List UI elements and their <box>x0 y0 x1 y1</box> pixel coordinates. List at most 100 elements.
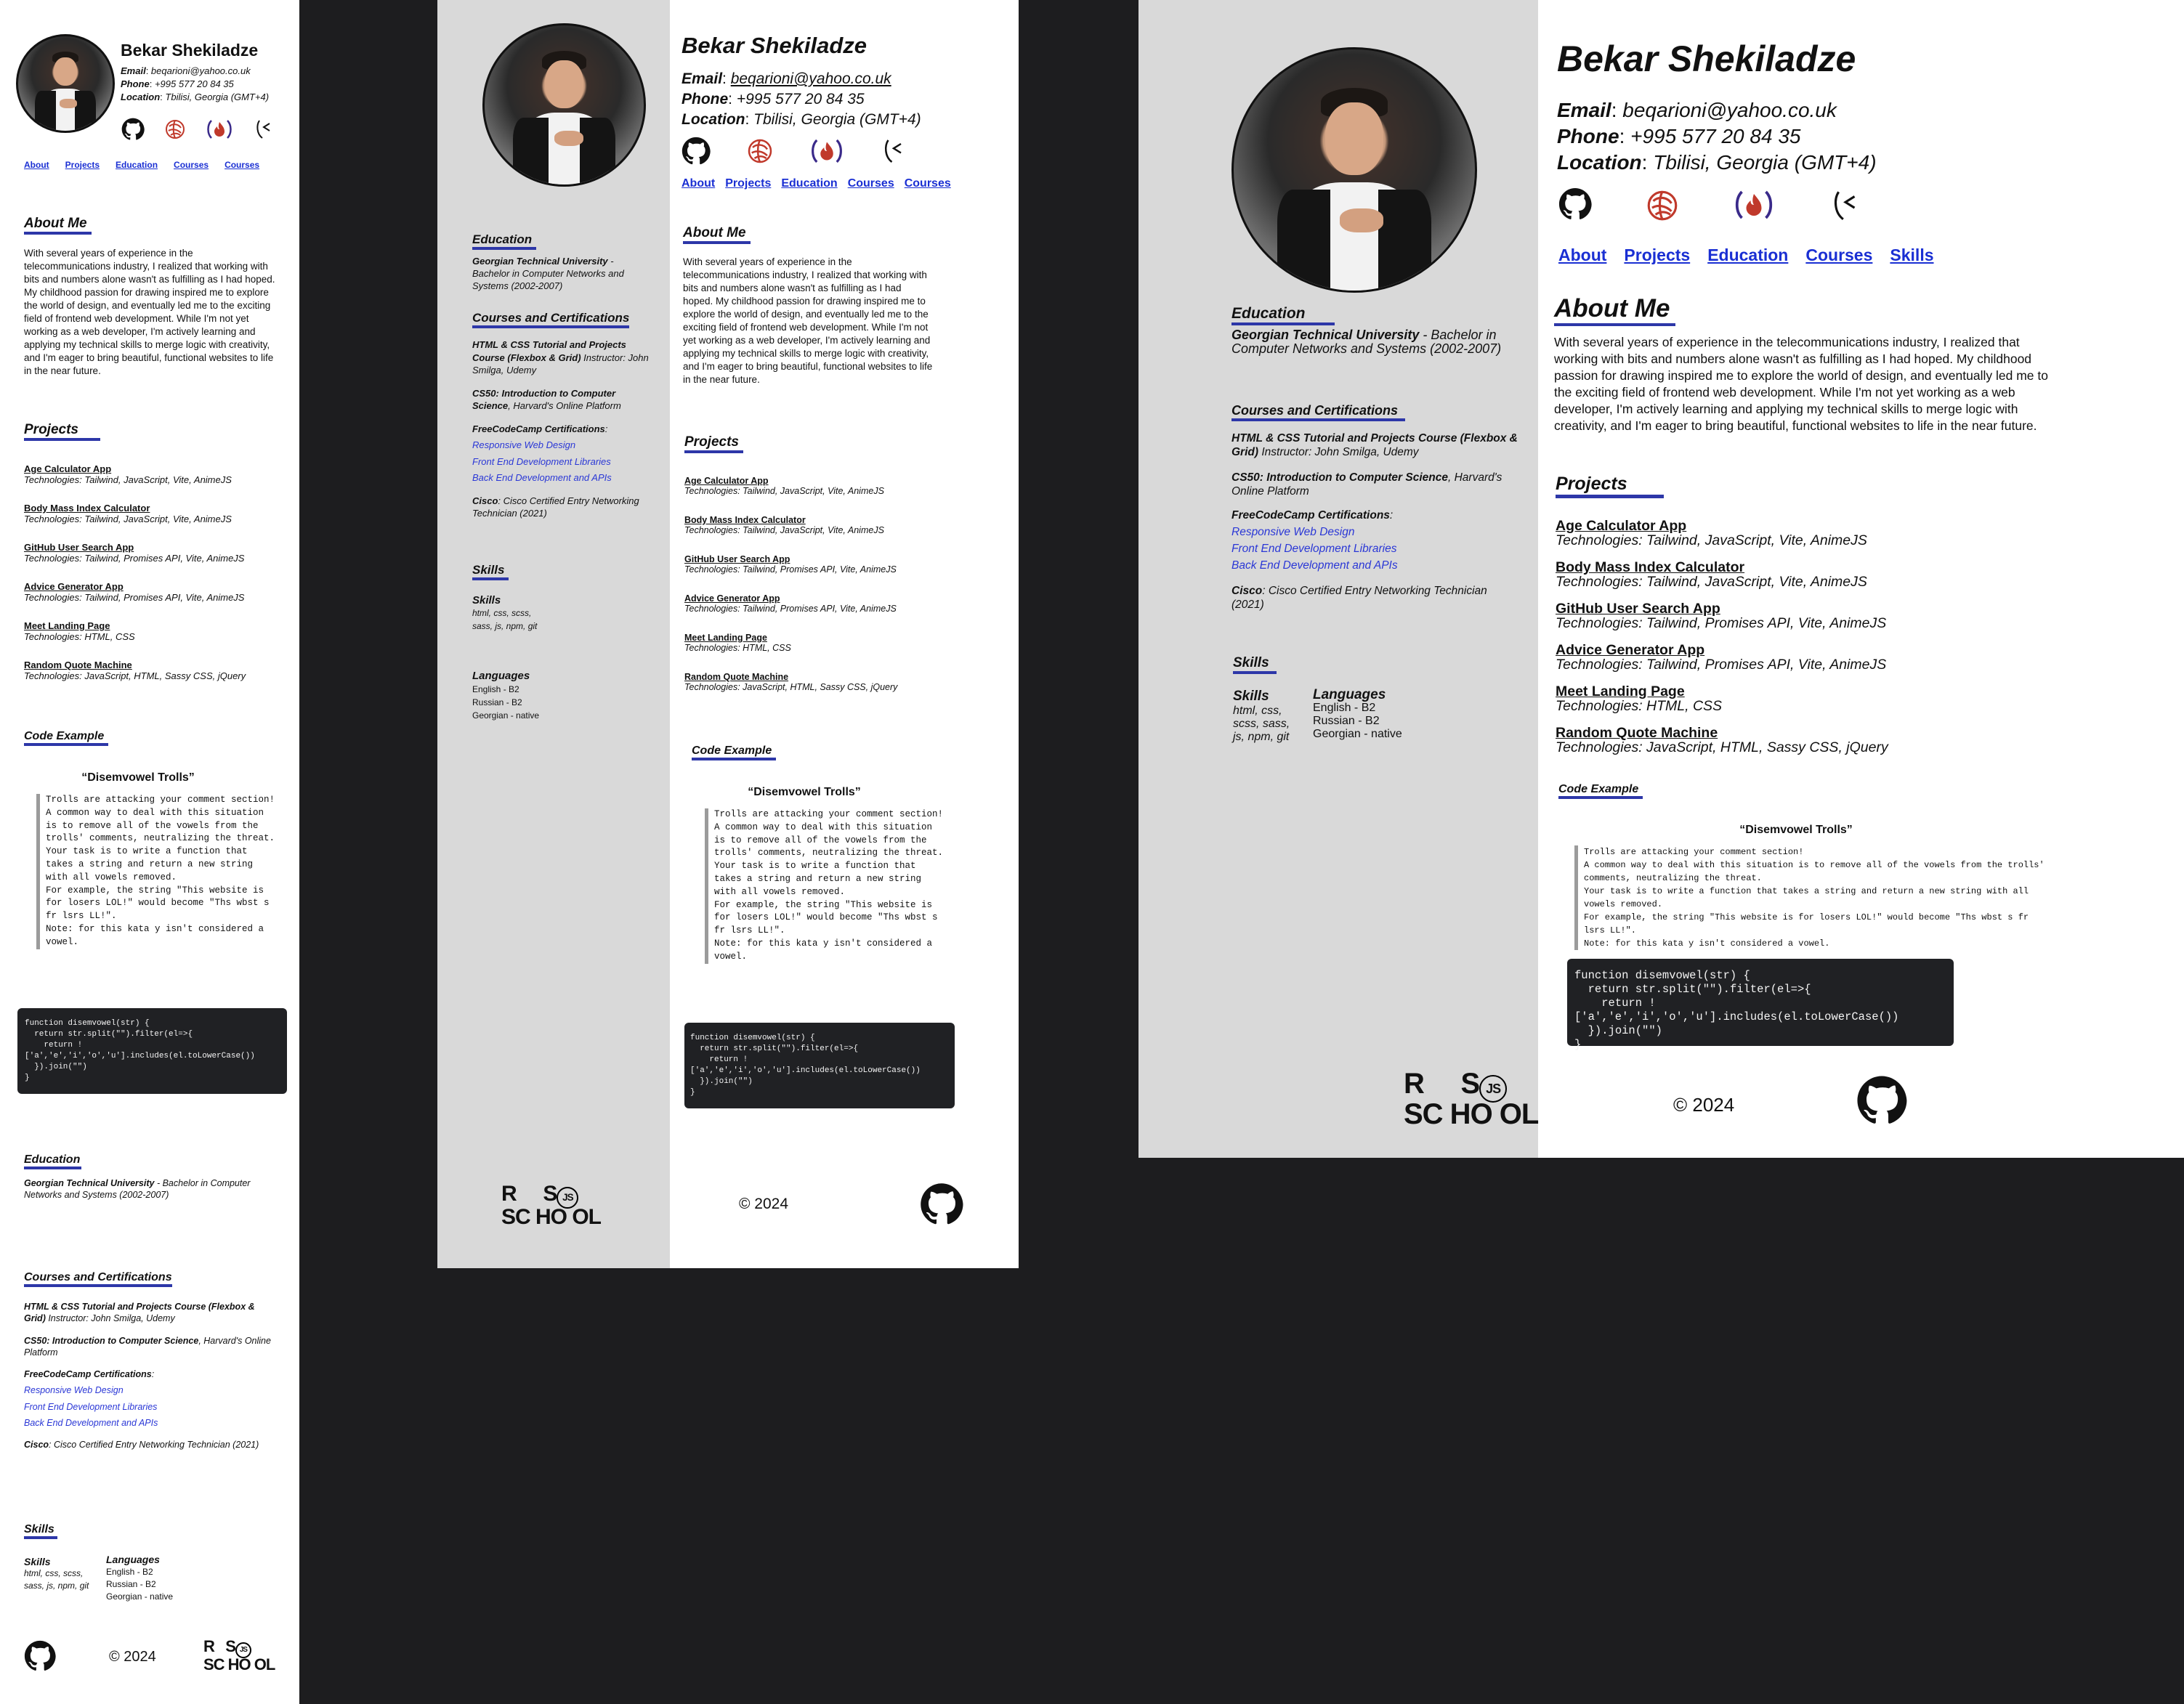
course-title: CS50: Introduction to Computer Science <box>1231 471 1448 484</box>
project-item: Age Calculator App Technologies: Tailwind… <box>684 476 975 515</box>
nav-courses-2[interactable]: Courses <box>225 160 259 170</box>
project-item: Body Mass Index Calculator Technologies: … <box>24 503 293 542</box>
freecodecamp-swirl-icon[interactable] <box>745 137 774 166</box>
project-tech: Technologies: JavaScript, HTML, Sassy CS… <box>24 670 246 681</box>
nav-education[interactable]: Education <box>781 177 837 190</box>
project-tech: Technologies: Tailwind, Promises API, Vi… <box>1556 657 1887 673</box>
github-icon[interactable] <box>121 118 145 141</box>
project-title[interactable]: Age Calculator App <box>24 463 293 474</box>
courses-list: HTML & CSS Tutorial and Projects Course … <box>472 338 654 520</box>
skills-column: Skills html, css, scss, sass, js, npm, g… <box>24 1556 100 1592</box>
cert-link[interactable]: Back End Development and APIs <box>472 471 654 484</box>
cert-link[interactable]: Responsive Web Design <box>24 1384 278 1396</box>
avatar <box>482 23 646 187</box>
nav-projects[interactable]: Projects <box>725 177 771 190</box>
nav-projects[interactable]: Projects <box>1624 246 1690 265</box>
email-link[interactable]: beqarioni@yahoo.co.uk <box>731 70 891 87</box>
language-item: Russian - B2 <box>472 697 522 707</box>
cert-link[interactable]: Back End Development and APIs <box>24 1417 278 1429</box>
project-title[interactable]: GitHub User Search App <box>1556 601 2064 616</box>
codewars-icon[interactable] <box>1827 187 1864 224</box>
course-item: CS50: Introduction to Computer Science, … <box>24 1335 278 1359</box>
course-title: CS50: Introduction to Computer Science <box>24 1335 199 1346</box>
cert-link[interactable]: Front End Development Libraries <box>472 455 654 468</box>
nav-courses[interactable]: Courses <box>1805 246 1872 265</box>
footer-github-icon[interactable] <box>24 1640 56 1672</box>
about-heading: About Me <box>24 216 92 235</box>
project-title[interactable]: GitHub User Search App <box>24 542 293 553</box>
projects-heading: Projects <box>24 422 100 441</box>
project-title[interactable]: Random Quote Machine <box>1556 726 2064 740</box>
education-heading: Education <box>1231 305 1335 325</box>
footer-github-icon[interactable] <box>920 1182 963 1226</box>
skills-label: Skills <box>1233 689 1269 704</box>
language-item: Georgian - native <box>106 1591 174 1602</box>
contact-info: Email: beqarioni@yahoo.co.uk Phone: +995… <box>682 70 921 128</box>
project-title[interactable]: GitHub User Search App <box>684 554 975 564</box>
nav-education[interactable]: Education <box>116 160 158 170</box>
project-title[interactable]: Age Calculator App <box>684 476 975 486</box>
project-title[interactable]: Meet Landing Page <box>24 620 293 631</box>
copyright: © 2024 <box>109 1649 156 1665</box>
cert-link[interactable]: Back End Development and APIs <box>1231 559 1522 572</box>
cert-link[interactable]: Front End Development Libraries <box>24 1401 278 1413</box>
skills-heading: Skills <box>1233 655 1277 674</box>
github-icon[interactable] <box>682 137 711 166</box>
nav-about[interactable]: About <box>682 177 715 190</box>
freecodecamp-flame-icon[interactable] <box>206 118 233 141</box>
cisco-detail: : Cisco Certified Entry Networking Techn… <box>49 1440 259 1450</box>
freecodecamp-flame-icon[interactable] <box>809 137 844 166</box>
codewars-icon[interactable] <box>879 137 908 166</box>
course-detail: Instructor: John Smilga, Udemy <box>45 1313 175 1324</box>
skills-heading: Skills <box>472 563 509 580</box>
freecodecamp-swirl-icon[interactable] <box>1644 187 1681 224</box>
project-title[interactable]: Advice Generator App <box>1556 643 2064 657</box>
nav-courses-2[interactable]: Courses <box>905 177 951 190</box>
project-title[interactable]: Advice Generator App <box>684 593 975 604</box>
project-title[interactable]: Random Quote Machine <box>684 672 975 682</box>
cert-link[interactable]: Responsive Web Design <box>1231 525 1522 539</box>
rs-school-logo[interactable]: R S JS SC HO OL <box>1404 1069 1539 1129</box>
email-link[interactable]: beqarioni@yahoo.co.uk <box>1622 99 1837 121</box>
profile-name: Bekar Shekiladze <box>682 33 867 58</box>
project-title[interactable]: Meet Landing Page <box>684 633 975 643</box>
nav-courses[interactable]: Courses <box>848 177 894 190</box>
freecodecamp-swirl-icon[interactable] <box>163 118 187 141</box>
project-title[interactable]: Meet Landing Page <box>1556 684 2064 699</box>
project-title[interactable]: Body Mass Index Calculator <box>684 515 975 525</box>
projects-heading: Projects <box>1556 474 1664 498</box>
project-item: Body Mass Index Calculator Technologies: … <box>684 515 975 554</box>
footer-github-icon[interactable] <box>1856 1075 1907 1126</box>
nav-projects[interactable]: Projects <box>65 160 100 170</box>
avatar <box>16 34 115 133</box>
nav-about[interactable]: About <box>24 160 49 170</box>
cert-link[interactable]: Responsive Web Design <box>472 439 654 452</box>
main-nav: About Projects Education Courses Courses <box>682 177 951 190</box>
github-icon[interactable] <box>1558 187 1592 221</box>
email-link[interactable]: beqarioni@yahoo.co.uk <box>151 65 251 76</box>
project-tech: Technologies: Tailwind, JavaScript, Vite… <box>684 486 884 496</box>
project-tech: Technologies: JavaScript, HTML, Sassy CS… <box>684 682 898 692</box>
contact-info: Email: beqarioni@yahoo.co.uk Phone: +995… <box>121 65 270 102</box>
mobile-preview-panel: Bekar Shekiladze Email: beqarioni@yahoo.… <box>0 0 299 1704</box>
nav-skills[interactable]: Skills <box>1890 246 1933 265</box>
nav-courses[interactable]: Courses <box>174 160 209 170</box>
project-title[interactable]: Body Mass Index Calculator <box>1556 560 2064 575</box>
rs-school-logo[interactable]: R S JS SC HO OL <box>203 1638 275 1672</box>
language-item: Russian - B2 <box>1313 715 1380 727</box>
project-item: Age Calculator App Technologies: Tailwind… <box>24 463 293 503</box>
project-title[interactable]: Body Mass Index Calculator <box>24 503 293 514</box>
project-title[interactable]: Random Quote Machine <box>24 660 293 670</box>
project-title[interactable]: Advice Generator App <box>24 581 293 592</box>
project-tech: Technologies: Tailwind, Promises API, Vi… <box>684 604 897 614</box>
nav-education[interactable]: Education <box>1707 246 1788 265</box>
cert-link[interactable]: Front End Development Libraries <box>1231 542 1522 556</box>
codewars-icon[interactable] <box>252 118 275 141</box>
nav-about[interactable]: About <box>1558 246 1606 265</box>
code-example-heading: Code Example <box>1558 783 1643 799</box>
project-title[interactable]: Age Calculator App <box>1556 519 2064 533</box>
fcc-label: FreeCodeCamp Certifications: <box>24 1369 155 1379</box>
freecodecamp-flame-icon[interactable] <box>1733 187 1775 222</box>
rs-school-logo[interactable]: R S JS SC HO OL <box>501 1183 602 1228</box>
course-item: Cisco: Cisco Certified Entry Networking … <box>472 495 654 520</box>
